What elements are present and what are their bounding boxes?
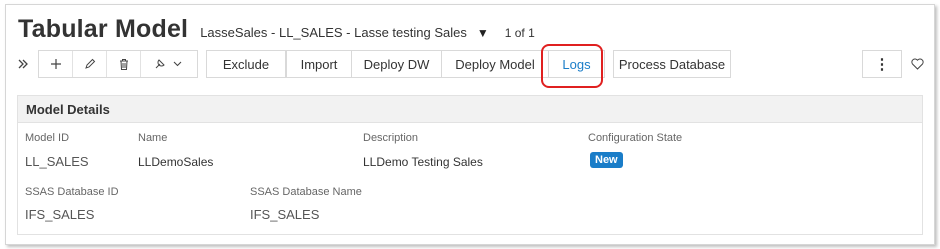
ssas-database-id-value: IFS_SALES (25, 207, 95, 222)
page-header: Tabular Model LasseSales - LL_SALES - La… (18, 15, 535, 44)
model-id-value: LL_SALES (25, 154, 89, 169)
add-icon[interactable] (39, 51, 73, 77)
name-value: LLDemoSales (138, 155, 214, 169)
description-value: LLDemo Testing Sales (363, 155, 483, 169)
ssas-database-name-value: IFS_SALES (250, 207, 320, 222)
process-database-button[interactable]: Process Database (613, 50, 731, 78)
record-selector[interactable]: LasseSales - LL_SALES - Lasse testing Sa… (200, 25, 467, 40)
edit-icon[interactable] (73, 51, 107, 77)
toolbar: Exclude Import Deploy DW Deploy Model Lo… (10, 50, 928, 78)
name-label: Name (138, 132, 168, 144)
model-details-panel: Model Details Model ID LL_SALES Name LLD… (17, 95, 923, 235)
expand-icon[interactable] (10, 50, 36, 78)
delete-icon[interactable] (107, 51, 141, 77)
logs-highlight-annotation (541, 44, 603, 88)
caret-down-icon[interactable]: ▼ (477, 26, 489, 40)
tools-dropdown-icon[interactable] (141, 51, 197, 77)
more-options-icon[interactable]: ⋮ (862, 50, 902, 78)
ssas-database-name-label: SSAS Database Name (250, 186, 362, 198)
model-id-label: Model ID (25, 132, 70, 144)
record-count: 1 of 1 (504, 26, 535, 40)
description-label: Description (363, 132, 419, 144)
page-title: Tabular Model (18, 15, 189, 43)
ssas-database-id-label: SSAS Database ID (25, 186, 119, 198)
deploy-model-button[interactable]: Deploy Model (441, 50, 549, 78)
favorite-heart-icon[interactable] (906, 50, 928, 78)
deploy-dw-button[interactable]: Deploy DW (351, 50, 442, 78)
configuration-state-label: Configuration State (588, 132, 683, 144)
status-badge: New (590, 152, 623, 168)
section-title: Model Details (18, 96, 922, 123)
exclude-button[interactable]: Exclude (206, 50, 286, 78)
import-button[interactable]: Import (286, 50, 352, 78)
